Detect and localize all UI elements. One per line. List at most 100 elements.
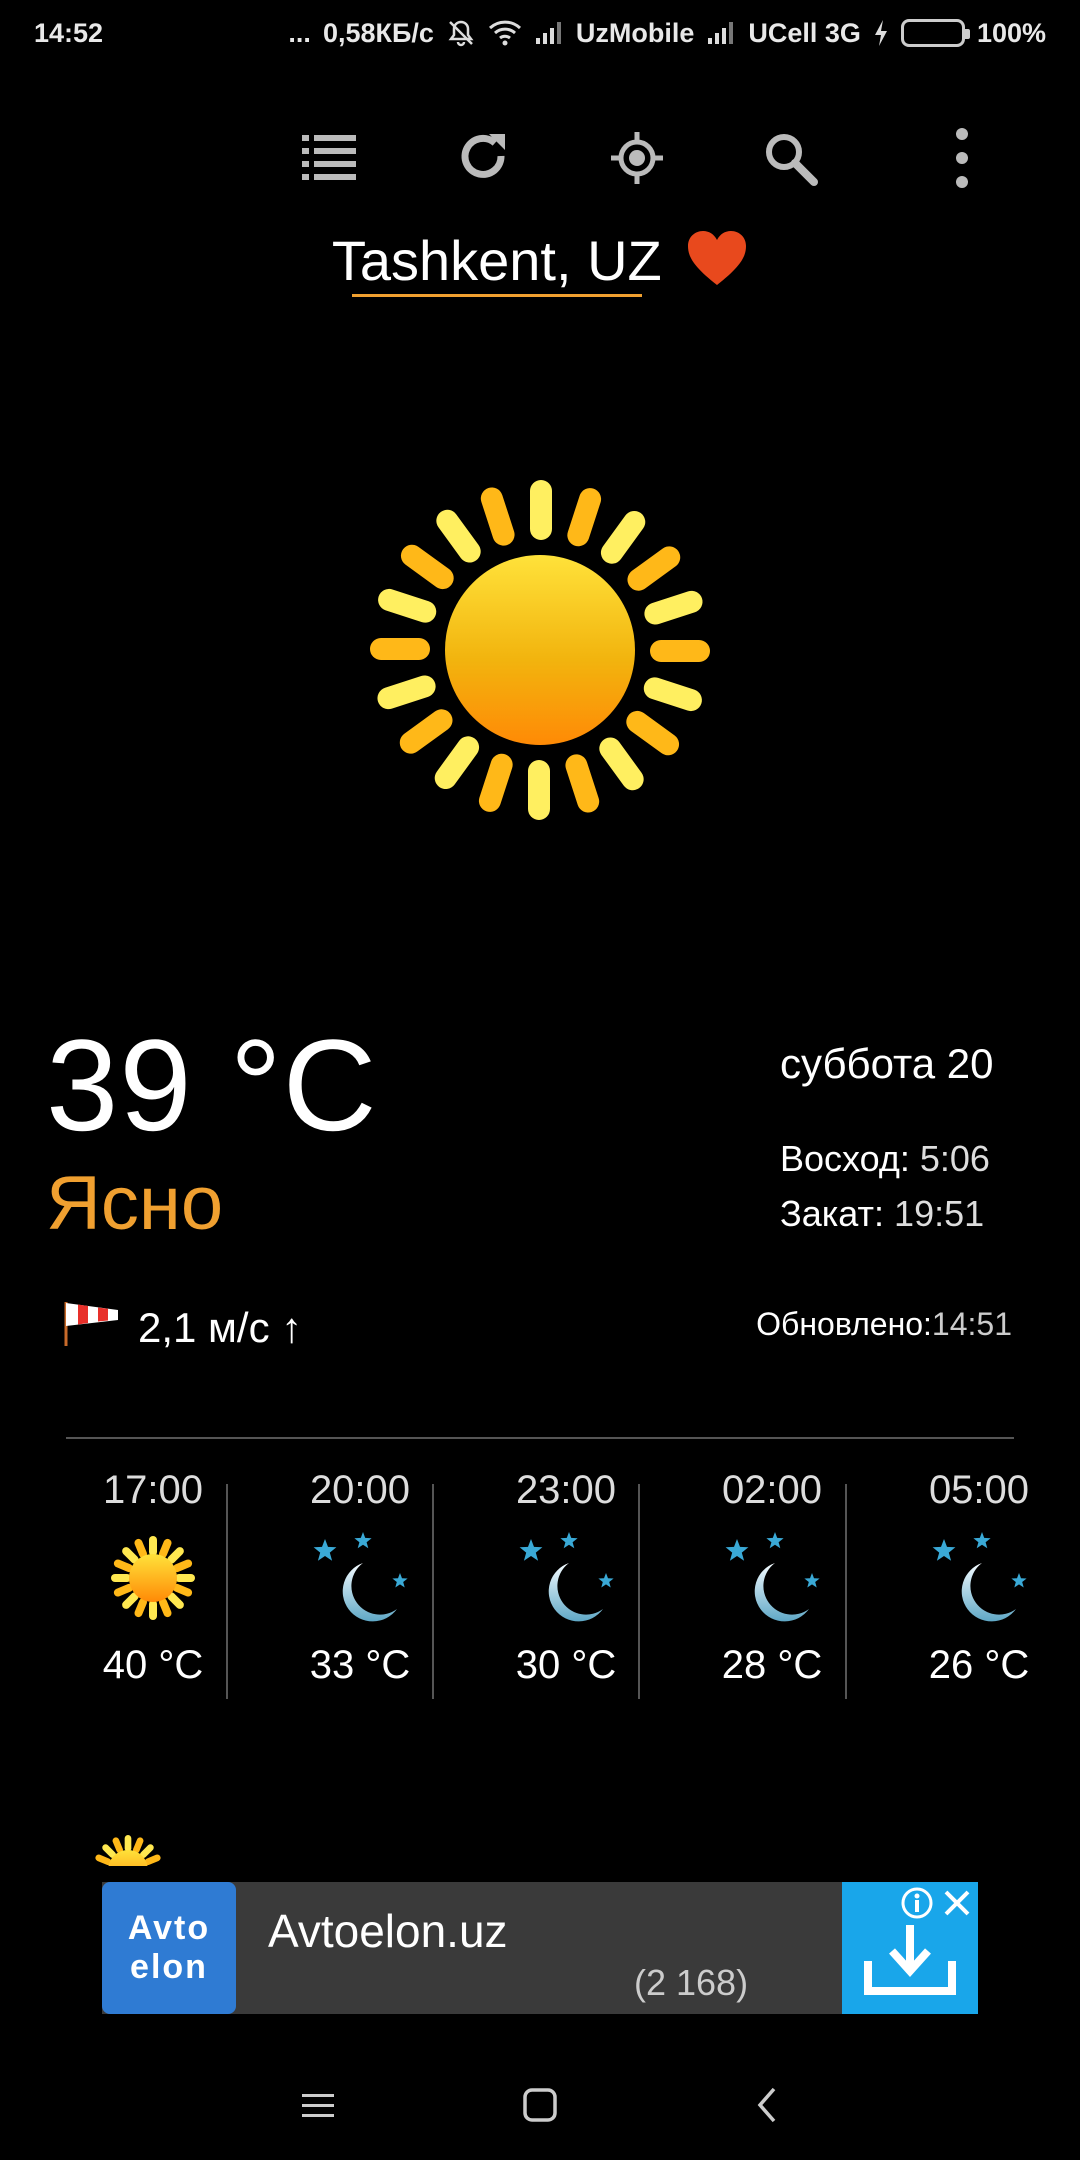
ad-title: Avtoelon.uz — [268, 1905, 508, 1957]
sunrise-row: Восход: 5:06 — [780, 1138, 990, 1180]
sun-ray — [600, 510, 646, 564]
sun-ray — [436, 509, 481, 563]
sun-ray — [399, 709, 453, 754]
sunset-row: Закат: 19:51 — [780, 1193, 984, 1235]
ad-install-button[interactable] — [842, 1882, 978, 2014]
sun-ray — [650, 640, 710, 662]
signal-icon-1 — [534, 20, 564, 46]
sun-ray — [565, 754, 600, 813]
toolbar — [0, 120, 1080, 200]
updated-time: 14:51 — [931, 1306, 1012, 1342]
sun-ray — [626, 710, 680, 756]
heart-icon — [688, 231, 747, 285]
sun-ray — [434, 736, 480, 790]
forecast-separator — [226, 1484, 228, 1699]
wifi-icon — [488, 19, 522, 47]
download-icon — [862, 1921, 958, 2002]
search-button[interactable] — [750, 120, 830, 200]
forecast-time: 05:00 — [928, 1468, 1030, 1512]
hourly-forecast[interactable]: 17:00 40 °C 20:00 33 °C 23:00 30 °C 02:0… — [50, 1460, 1030, 1750]
notification-dots: ... — [288, 17, 311, 48]
sun-icon — [111, 1536, 195, 1620]
back-icon — [757, 2087, 776, 2123]
network-speed: 0,58КБ/с — [322, 17, 434, 48]
sun-ray — [370, 638, 430, 660]
updated-info: Обновлено:14:51 — [756, 1306, 1012, 1343]
city-underline — [351, 294, 642, 297]
sunrise-time: 5:06 — [919, 1138, 990, 1179]
forecast-separator — [845, 1484, 847, 1699]
divider — [66, 1437, 1014, 1439]
ad-body[interactable]: Avtoelon.uz (2 168) — [236, 1882, 842, 2014]
system-nav-bar — [0, 2050, 1080, 2160]
ad-review-count: (2 168) — [634, 1962, 749, 2003]
location-target-icon — [610, 131, 664, 190]
sun-ray — [378, 588, 437, 623]
home-button[interactable] — [505, 2070, 575, 2140]
updated-label: Обновлено: — [756, 1306, 932, 1342]
moon-stars-icon — [313, 1532, 408, 1622]
sunset-time: 19:51 — [894, 1193, 985, 1234]
wind-speed: 2,1 м/с ↑ — [138, 1304, 303, 1351]
status-time: 14:52 — [34, 17, 104, 48]
current-temperature: 39 °C — [46, 1012, 378, 1158]
menu-button[interactable] — [283, 2070, 353, 2140]
moon-stars-icon — [725, 1532, 820, 1622]
sun-icon — [370, 480, 710, 820]
current-weather-icon — [370, 480, 710, 820]
favorite-button[interactable] — [686, 229, 748, 292]
battery-percent: 100% — [976, 17, 1046, 48]
status-bar: 14:52 ... 0,58КБ/с UzMobile UCell 3G 100… — [0, 0, 1080, 66]
charging-icon — [873, 19, 889, 47]
sun-ray — [627, 546, 681, 591]
forecast-separator — [638, 1484, 640, 1699]
forecast-temp: 26 °C — [928, 1643, 1030, 1687]
current-condition: Ясно — [46, 1161, 224, 1246]
menu-icon — [302, 2094, 334, 2117]
ad-banner[interactable]: Avto elon Avtoelon.uz (2 168) — [102, 1882, 978, 2014]
sun-ray — [530, 480, 552, 540]
moon-stars-icon — [932, 1532, 1027, 1622]
forecast-item[interactable]: 05:00 26 °C — [876, 1460, 1080, 1750]
forecast-separator — [432, 1484, 434, 1699]
close-icon[interactable] — [940, 1886, 974, 1925]
info-icon[interactable] — [900, 1886, 934, 1925]
locate-button[interactable] — [597, 120, 677, 200]
more-vert-icon — [952, 126, 972, 195]
forecast-icon — [876, 1513, 1080, 1643]
more-button[interactable] — [922, 120, 1002, 200]
sun-ray — [599, 737, 644, 791]
status-right: ... 0,58КБ/с UzMobile UCell 3G 100% — [288, 18, 1046, 49]
sun-ray — [567, 488, 602, 547]
moon-stars-icon — [519, 1532, 614, 1622]
list-button[interactable] — [290, 120, 370, 200]
sun-ray — [528, 760, 550, 820]
sun-ray — [478, 753, 513, 812]
battery-icon — [900, 19, 970, 47]
refresh-icon — [455, 130, 511, 191]
sunset-label: Закат: — [780, 1193, 885, 1234]
ad-logo-line1: Avto — [127, 1908, 211, 1947]
daily-forecast-peek — [88, 1830, 168, 1866]
list-icon — [300, 131, 360, 190]
ad-logo[interactable]: Avto elon — [102, 1882, 236, 2014]
sun-ray — [480, 487, 515, 546]
sun-ray — [377, 675, 436, 710]
sun-ray — [644, 590, 703, 625]
ad-badges — [900, 1886, 974, 1925]
sun-ray — [643, 677, 702, 712]
back-button[interactable] — [732, 2070, 802, 2140]
carrier-2: UCell 3G — [748, 17, 861, 48]
search-icon — [762, 130, 818, 191]
mute-icon — [446, 18, 476, 48]
ad-logo-line2: elon — [130, 1948, 208, 1986]
sun-icon — [95, 1835, 161, 1866]
carrier-1: UzMobile — [575, 17, 695, 48]
wind-info: 2,1 м/с ↑ — [62, 1298, 302, 1358]
city-name: Tashkent, UZ — [331, 229, 662, 292]
sun-ray — [400, 544, 454, 590]
city-name-link[interactable]: Tashkent, UZ — [331, 228, 662, 297]
refresh-button[interactable] — [443, 120, 523, 200]
location-header: Tashkent, UZ — [0, 228, 1080, 297]
sunrise-label: Восход: — [780, 1138, 910, 1179]
